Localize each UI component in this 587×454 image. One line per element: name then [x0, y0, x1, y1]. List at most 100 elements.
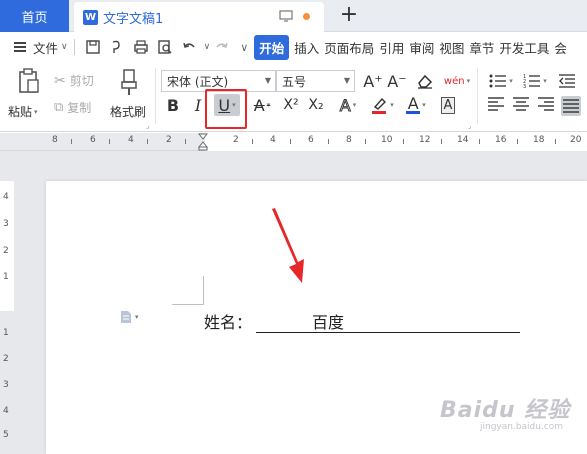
export-pdf-icon[interactable] — [108, 38, 126, 56]
tab-home[interactable]: 首页 — [0, 0, 69, 32]
text-effect-button[interactable]: A ▾ — [335, 94, 361, 116]
tab-developer[interactable]: 开发工具 — [499, 38, 549, 57]
ruler-tick — [555, 139, 556, 144]
ruler-number: 8 — [346, 135, 352, 145]
highlighter-icon — [372, 97, 387, 114]
ruler-number: 16 — [495, 135, 507, 145]
chevron-down-icon: ▾ — [135, 313, 139, 321]
ruler-number: 2 — [233, 135, 239, 145]
paragraph-layout-icon[interactable]: ▾ — [120, 309, 148, 325]
more-icon[interactable]: ∨ — [240, 41, 248, 54]
name-label: 姓名： — [204, 313, 253, 332]
tab-document[interactable]: W 文字文稿1 — [74, 2, 324, 32]
monitor-icon[interactable] — [279, 10, 293, 22]
align-center-button[interactable] — [512, 96, 532, 116]
strikethrough-button[interactable]: A ▾ — [250, 94, 274, 116]
chevron-down-icon: ▾ — [466, 77, 471, 85]
unsaved-indicator — [303, 13, 310, 20]
menu-bar: 文件 ∨ ∨ ∨ 开始 插入 页面布局 引用 审阅 视图 章节 开发工具 会 — [0, 32, 587, 62]
clear-format-button[interactable] — [414, 70, 436, 92]
undo-dropdown-icon[interactable]: ∨ — [204, 42, 211, 52]
redo-icon[interactable] — [213, 38, 231, 56]
char-shading-glyph: A — [440, 96, 456, 114]
font-color-bar — [406, 110, 421, 114]
undo-icon[interactable] — [180, 38, 198, 56]
format-painter-button[interactable]: 格式刷 — [106, 68, 150, 124]
chevron-down-icon: ▾ — [352, 101, 357, 109]
watermark: Baidu 经验 jingyan.baidu.com — [440, 392, 570, 432]
ruler-tick — [71, 139, 72, 144]
grow-font-button[interactable]: A⁺ — [362, 70, 384, 92]
cut-label: 剪切 — [69, 74, 94, 88]
ruler-number: 1 — [3, 328, 9, 338]
pinyin-guide-button[interactable]: wén ▾ — [443, 70, 471, 92]
tab-references[interactable]: 引用 — [379, 38, 404, 57]
chevron-down-icon: ▼ — [264, 76, 271, 85]
superscript-button[interactable]: X² — [280, 94, 302, 116]
align-left-button[interactable] — [487, 96, 507, 116]
numbered-list-button[interactable]: 1 2 3 ▾ — [521, 70, 549, 92]
font-size-dropdown[interactable]: 五号 ▼ — [276, 70, 355, 92]
chevron-down-icon[interactable]: ∨ — [61, 42, 68, 52]
dialog-launcher-icon[interactable]: ⌟ — [468, 122, 471, 130]
ruler-text-area — [205, 133, 587, 151]
writer-doc-icon: W — [83, 9, 98, 25]
chevron-down-icon: ▾ — [509, 77, 513, 85]
tab-review[interactable]: 审阅 — [409, 38, 434, 57]
indent-marker-icon[interactable] — [198, 133, 208, 151]
chevron-down-icon[interactable]: ▾ — [34, 108, 38, 116]
ruler-number: 6 — [90, 135, 96, 145]
cut-button[interactable]: ✂ 剪切 — [54, 72, 94, 89]
watermark-url: jingyan.baidu.com — [480, 422, 564, 432]
tab-insert[interactable]: 插入 — [294, 38, 319, 57]
ruler-tick — [252, 139, 253, 144]
print-icon[interactable] — [132, 38, 150, 56]
tab-member[interactable]: 会 — [554, 38, 567, 57]
strike-glyph: A — [253, 95, 265, 115]
indent-icon — [559, 74, 575, 88]
shrink-font-button[interactable]: A⁻ — [386, 70, 408, 92]
ruler-number: 4 — [3, 192, 9, 202]
tab-bar: 首页 W 文字文稿1 + — [0, 0, 587, 32]
font-size-value: 五号 — [282, 74, 307, 89]
ruler-number: 4 — [128, 135, 134, 145]
ruler-number: 12 — [419, 135, 431, 145]
copy-button[interactable]: ⧉ 复制 — [54, 99, 91, 116]
decrease-indent-button[interactable] — [556, 70, 578, 92]
print-preview-icon[interactable] — [156, 38, 174, 56]
subscript-button[interactable]: X₂ — [305, 94, 327, 116]
char-shading-button[interactable]: A — [437, 94, 459, 116]
ruler-number: 10 — [381, 135, 393, 145]
bold-button[interactable]: B — [163, 94, 183, 116]
format-painter-label: 格式刷 — [109, 105, 146, 119]
chevron-down-icon: ▾ — [266, 101, 271, 109]
paste-button[interactable]: 粘贴 ▾ — [8, 68, 44, 124]
brush-icon — [121, 69, 137, 95]
save-icon[interactable] — [84, 38, 102, 56]
tab-section[interactable]: 章节 — [469, 38, 494, 57]
hamburger-icon[interactable] — [14, 42, 26, 52]
font-color-button[interactable]: A ▾ — [402, 94, 430, 116]
tab-view[interactable]: 视图 — [439, 38, 464, 57]
new-tab-button[interactable]: + — [338, 3, 360, 27]
underlined-name-field[interactable]: 百度 — [256, 314, 521, 333]
align-right-button[interactable] — [537, 96, 557, 116]
justify-icon — [563, 99, 579, 113]
dialog-launcher-icon[interactable]: ⌟ — [146, 122, 149, 130]
ruler-number: 2 — [3, 354, 9, 364]
document-line[interactable]: 姓名： 百度 — [204, 309, 521, 333]
ruler-number: 6 — [308, 135, 314, 145]
tab-page-layout[interactable]: 页面布局 — [324, 38, 374, 57]
divider — [155, 68, 156, 124]
tab-start[interactable]: 开始 — [254, 34, 290, 60]
bullet-list-button[interactable]: ▾ — [487, 70, 515, 92]
watermark-brand: Baidu 经验 — [440, 398, 571, 423]
ruler-number: 3 — [3, 219, 9, 229]
ruler-number: 1 — [3, 272, 9, 282]
justify-button[interactable] — [561, 96, 581, 116]
ruler-tick — [109, 139, 110, 144]
file-menu[interactable]: 文件 — [33, 38, 58, 57]
ruler-tick — [517, 139, 518, 144]
highlight-button[interactable]: ▾ — [368, 94, 396, 116]
copy-label: 复制 — [67, 101, 92, 115]
